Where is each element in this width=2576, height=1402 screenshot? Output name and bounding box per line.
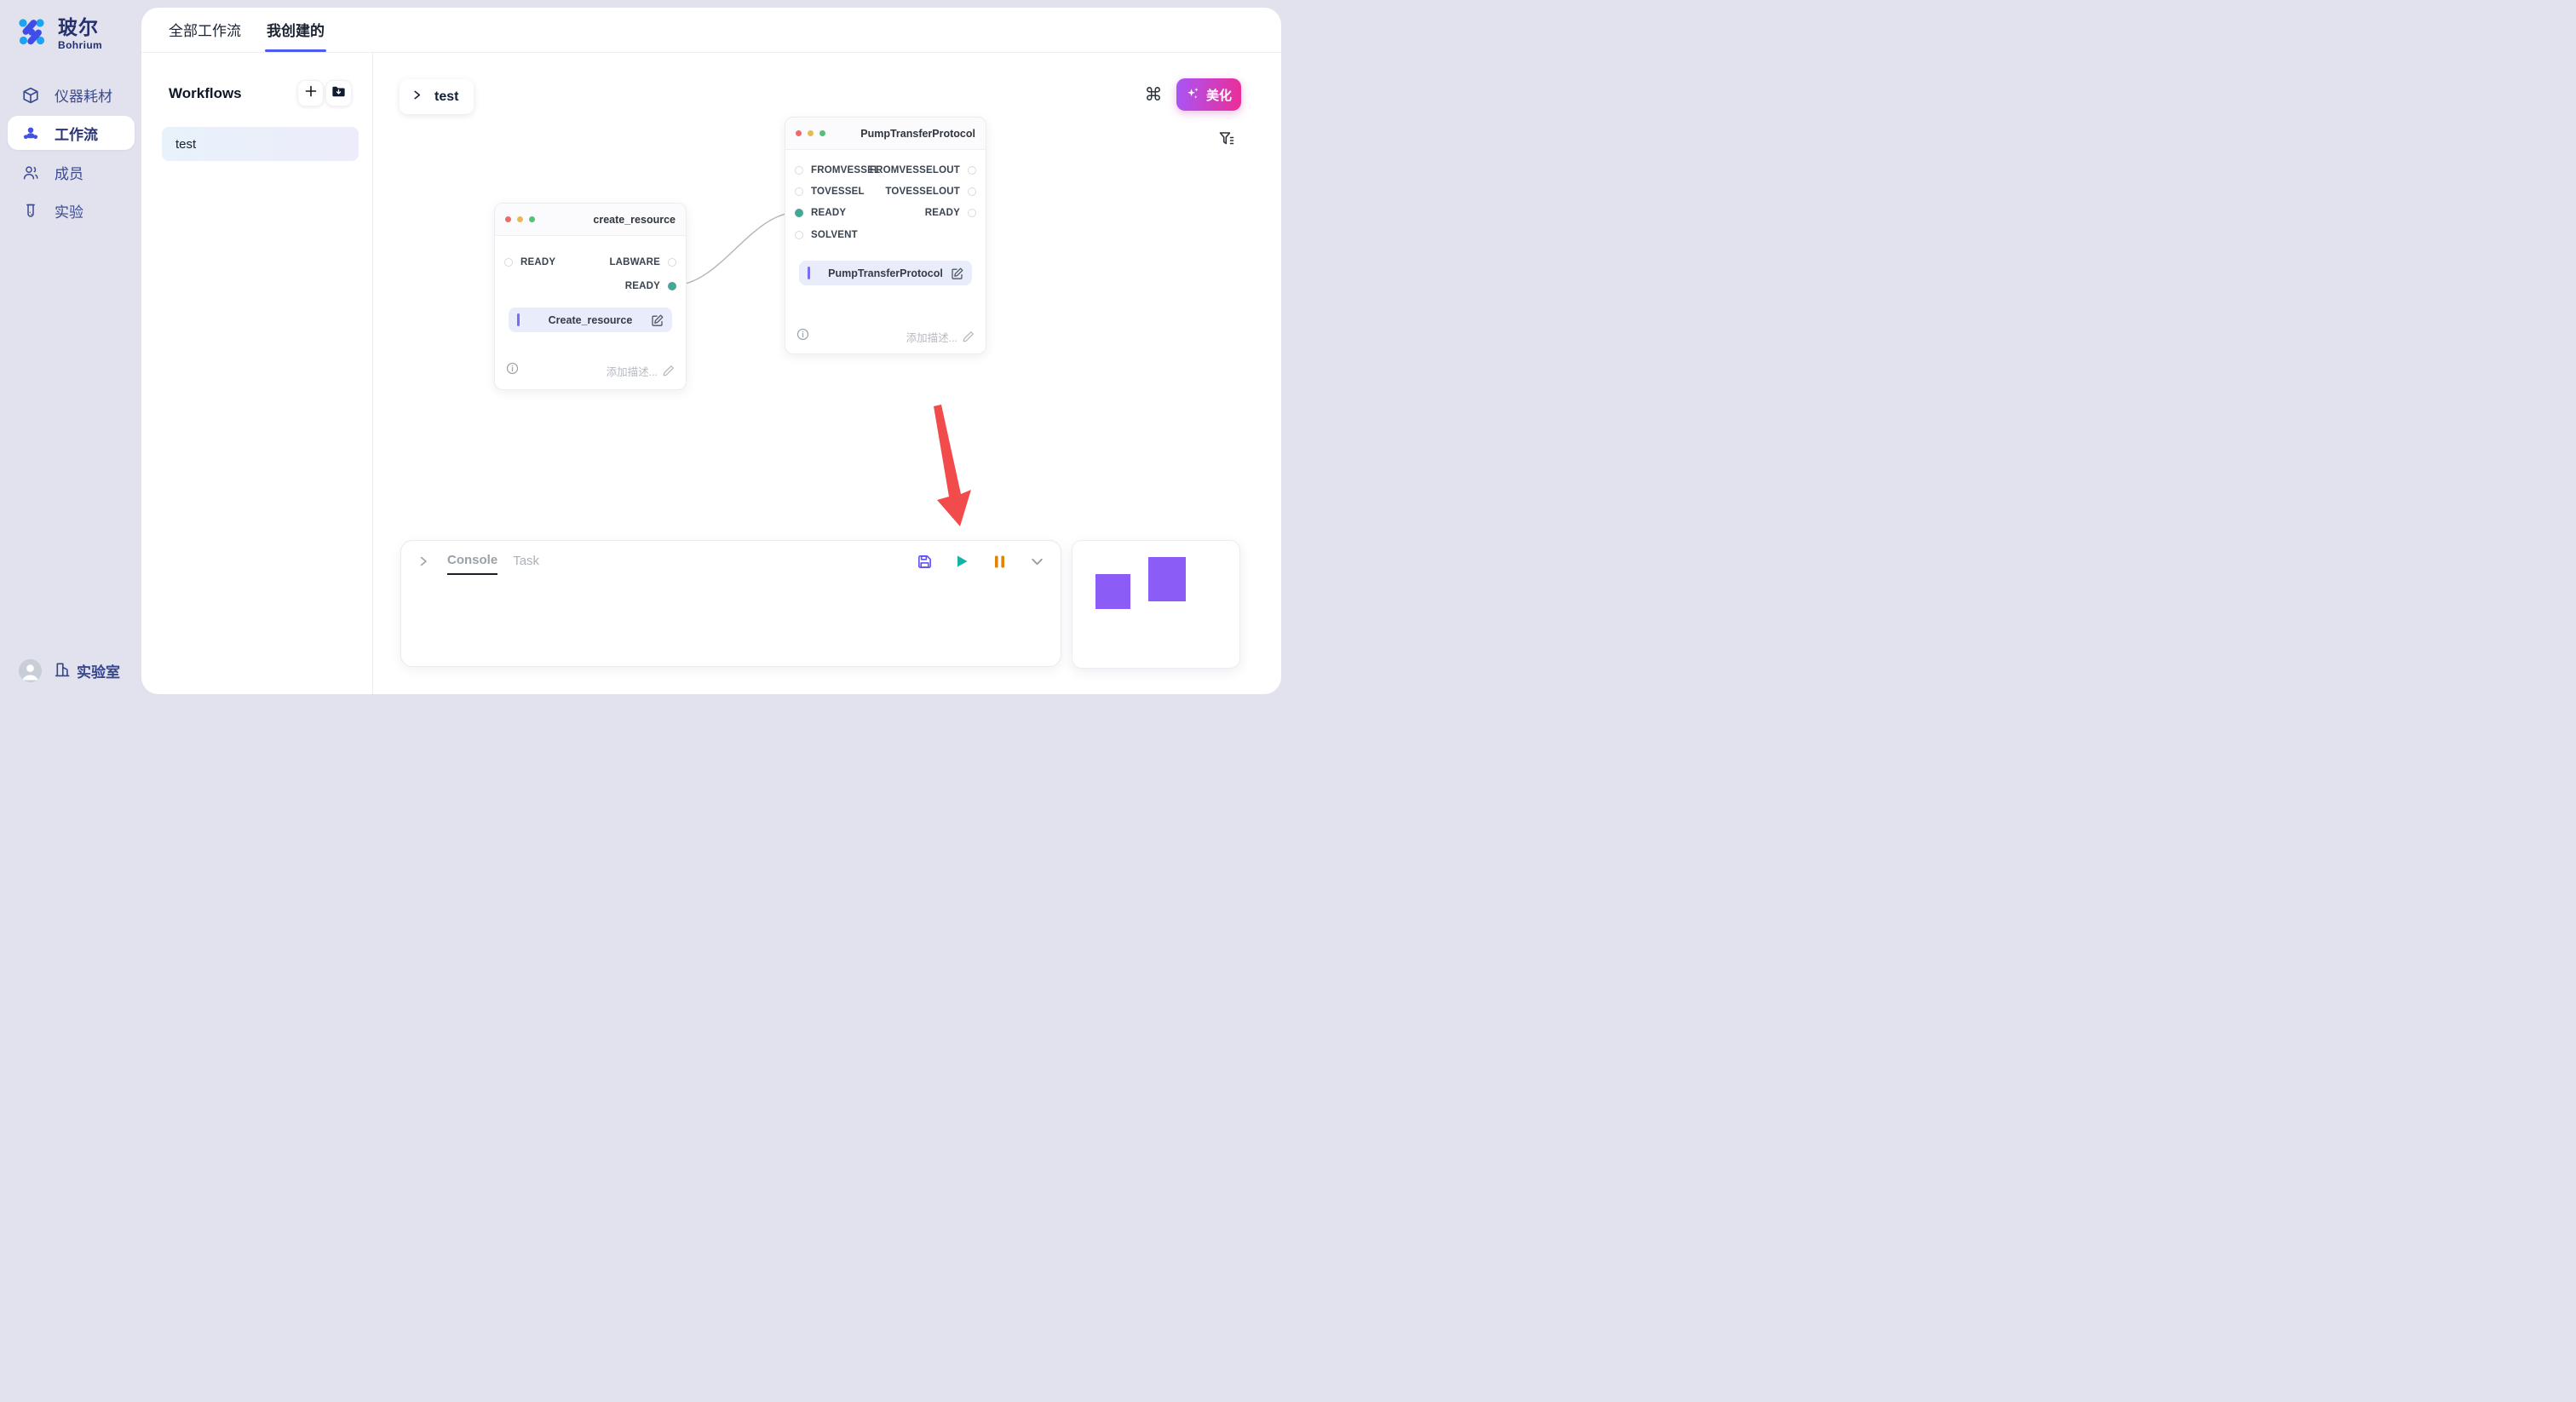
port-input-solvent[interactable]: SOLVENT	[795, 227, 858, 244]
port-input-fromvessel[interactable]: FROMVESSEL	[795, 162, 880, 179]
port-handle[interactable]	[968, 166, 976, 175]
minimap-node-pump-transfer	[1148, 557, 1186, 601]
port-handle[interactable]	[504, 258, 513, 267]
tab-all-workflows[interactable]: 全部工作流	[169, 19, 241, 52]
workflow-tabs: 全部工作流 我创建的	[141, 8, 1281, 53]
node-header: PumpTransferProtocol	[785, 118, 986, 150]
sidebar-item-members[interactable]: 成员	[0, 155, 141, 190]
console-panel: Console Task	[400, 540, 1061, 667]
node-title: PumpTransferProtocol	[860, 128, 975, 140]
chevron-right-icon	[411, 89, 423, 105]
folder-download-icon	[331, 83, 347, 104]
sidebar-menu: 仪器耗材 工作流 成员	[0, 78, 141, 228]
port-input-ready[interactable]: READY	[795, 204, 846, 221]
traffic-dots-icon	[505, 216, 535, 222]
add-workflow-button[interactable]	[297, 80, 324, 106]
workflow-list-item-test[interactable]: test	[162, 127, 359, 161]
bohrium-logo-icon	[14, 14, 49, 54]
sparkles-icon	[1186, 86, 1200, 104]
node-title: create_resource	[593, 214, 676, 226]
plus-icon	[304, 84, 318, 102]
port-output-labware[interactable]: LABWARE	[609, 254, 676, 271]
description-placeholder[interactable]: 添加描述...	[607, 363, 675, 379]
port-handle[interactable]	[795, 231, 803, 239]
minimap[interactable]	[1072, 540, 1240, 669]
pencil-icon	[663, 365, 675, 376]
tab-console[interactable]: Console	[447, 553, 497, 575]
annotation-arrow	[934, 405, 971, 526]
avatar[interactable]	[19, 659, 42, 682]
beautify-button[interactable]: 美化	[1176, 78, 1241, 111]
info-icon[interactable]	[796, 328, 809, 345]
port-output-fromvesselout[interactable]: FROMVESSELOUT	[870, 162, 976, 179]
node-footer: 添加描述...	[796, 328, 975, 345]
sidebar-item-workflows[interactable]: 工作流	[8, 116, 135, 150]
breadcrumb-label: test	[434, 89, 458, 105]
sidebar-item-experiments[interactable]: 实验	[0, 193, 141, 228]
apps-grid-icon[interactable]: ⌘	[1142, 83, 1164, 106]
tab-created-by-me[interactable]: 我创建的	[267, 19, 325, 52]
console-toolbar	[916, 553, 1045, 570]
breadcrumb[interactable]: test	[400, 79, 474, 114]
minimap-node-create-resource	[1095, 574, 1130, 609]
port-output-ready[interactable]: READY	[925, 204, 976, 221]
import-workflow-button[interactable]	[325, 80, 352, 106]
workflow-list-panel: Workflows	[141, 53, 373, 694]
port-handle[interactable]	[795, 187, 803, 196]
traffic-dots-icon	[796, 130, 825, 136]
workflow-people-icon	[22, 124, 39, 141]
port-handle[interactable]	[668, 258, 676, 267]
members-icon	[22, 164, 39, 181]
sidebar-item-label: 实验	[55, 200, 83, 221]
port-handle[interactable]	[968, 187, 976, 196]
edge-connection	[673, 212, 798, 285]
sidebar-item-label: 成员	[55, 162, 83, 183]
node-action[interactable]: PumpTransferProtocol	[799, 261, 972, 285]
edit-icon[interactable]	[651, 313, 664, 327]
workflow-panel-title: Workflows	[169, 85, 242, 102]
caret-bar	[808, 267, 810, 279]
port-handle[interactable]	[668, 282, 676, 290]
description-placeholder[interactable]: 添加描述...	[906, 329, 975, 345]
port-output-ready[interactable]: READY	[625, 278, 676, 295]
logo-title: 玻尔	[58, 18, 102, 37]
pause-icon[interactable]	[991, 553, 1008, 570]
run-icon[interactable]	[953, 553, 970, 570]
lab-switcher[interactable]: 实验室	[54, 660, 120, 682]
port-handle[interactable]	[795, 166, 803, 175]
pencil-icon	[963, 330, 975, 342]
box-icon	[22, 87, 39, 104]
sidebar: 玻尔 Bohrium 仪器耗材	[0, 0, 141, 701]
info-icon[interactable]	[506, 362, 519, 379]
port-input-ready[interactable]: READY	[504, 254, 555, 271]
sidebar-footer: 实验室	[0, 659, 141, 682]
sidebar-item-label: 工作流	[55, 123, 98, 144]
filter-icon[interactable]	[1217, 129, 1236, 148]
logo: 玻尔 Bohrium	[0, 0, 141, 54]
port-handle[interactable]	[968, 209, 976, 217]
edit-icon[interactable]	[951, 267, 964, 280]
node-action[interactable]: Create_resource	[509, 307, 672, 332]
building-icon	[54, 660, 72, 682]
sidebar-item-label: 仪器耗材	[55, 84, 112, 106]
console-expand-icon[interactable]	[415, 553, 432, 570]
node-create-resource[interactable]: create_resource READY LABWARE READY Crea…	[494, 203, 687, 390]
tab-task[interactable]: Task	[513, 554, 539, 574]
node-footer: 添加描述...	[506, 362, 675, 379]
caret-bar	[517, 313, 520, 326]
beautify-label: 美化	[1206, 86, 1232, 104]
collapse-icon[interactable]	[1028, 553, 1045, 570]
logo-subtitle: Bohrium	[58, 40, 102, 50]
port-handle[interactable]	[795, 209, 803, 217]
experiment-icon	[22, 203, 39, 220]
sidebar-item-instruments[interactable]: 仪器耗材	[0, 78, 141, 112]
node-pump-transfer-protocol[interactable]: PumpTransferProtocol FROMVESSEL TOVESSEL…	[785, 117, 986, 354]
save-icon[interactable]	[916, 553, 933, 570]
port-input-tovessel[interactable]: TOVESSEL	[795, 183, 865, 200]
port-output-tovesselout[interactable]: TOVESSELOUT	[885, 183, 976, 200]
node-header: create_resource	[495, 204, 686, 236]
lab-label: 实验室	[77, 660, 120, 681]
